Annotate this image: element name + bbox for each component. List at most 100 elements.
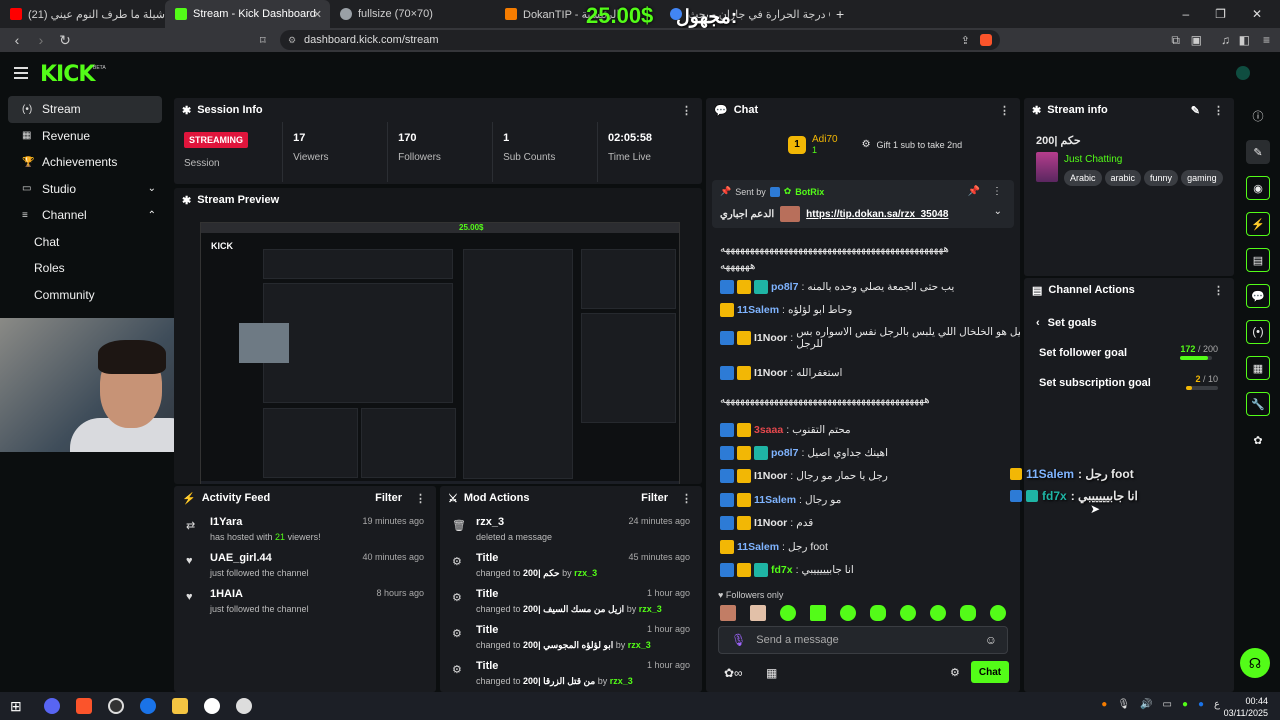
tag[interactable]: gaming: [1181, 170, 1223, 186]
language-indicator[interactable]: ع: [1214, 699, 1220, 710]
gear-icon[interactable]: ⚙: [950, 666, 960, 679]
filter-button[interactable]: Filter: [375, 492, 402, 504]
browser-tab-fullsize[interactable]: fullsize (70×70): [330, 0, 495, 28]
more-options-icon[interactable]: ⋮: [992, 186, 1002, 197]
more-options-icon[interactable]: ⋮: [1213, 104, 1224, 117]
set-subscription-goal[interactable]: Set subscription goal 2 / 10: [1024, 368, 1234, 398]
tag[interactable]: Arabic: [1064, 170, 1102, 186]
folder-icon[interactable]: [171, 698, 188, 714]
sidebar-item-stream[interactable]: (•) Stream: [8, 96, 162, 123]
emote-icon[interactable]: [720, 605, 736, 621]
overwatch-icon[interactable]: [235, 698, 252, 714]
volume-icon[interactable]: 🔊: [1140, 699, 1152, 710]
avatar[interactable]: [1236, 66, 1250, 80]
sidebar-item-roles[interactable]: Roles: [8, 255, 162, 282]
send-chat-button[interactable]: Chat: [971, 661, 1009, 683]
sidebar-item-studio[interactable]: ▭ Studio ⌄: [8, 176, 162, 203]
edit-icon[interactable]: ✎: [1246, 140, 1270, 164]
tag[interactable]: funny: [1144, 170, 1179, 186]
maximize-button[interactable]: ❐: [1215, 7, 1226, 21]
browser-tab-youtube[interactable]: (21) شيلة ما طرف النوم عيني - YouTube: [0, 0, 165, 28]
chevron-down-icon[interactable]: ⌄: [994, 206, 1002, 217]
url-input[interactable]: ⚙ dashboard.kick.com/stream ⇪: [280, 30, 1000, 50]
more-options-icon[interactable]: ⋮: [1213, 284, 1224, 297]
sidebar-item-revenue[interactable]: ▦ Revenue: [8, 123, 162, 150]
emote-icon[interactable]: [780, 605, 796, 621]
back-icon[interactable]: ‹: [10, 32, 24, 48]
wallet-icon[interactable]: ▣: [1191, 33, 1202, 47]
clock[interactable]: 00:44 03/11/2025: [1224, 695, 1268, 719]
menu-icon[interactable]: ≡: [1263, 33, 1270, 47]
category-thumbnail[interactable]: [1036, 152, 1058, 182]
emote-icon[interactable]: [960, 605, 976, 621]
filter-button[interactable]: Filter: [641, 492, 668, 504]
emote-icon[interactable]: [750, 605, 766, 621]
close-tab-icon[interactable]: ✕: [313, 8, 322, 21]
chevron-up-icon[interactable]: ⌃: [148, 210, 156, 221]
close-window-button[interactable]: ✕: [1252, 7, 1262, 21]
more-options-icon[interactable]: ⋮: [415, 492, 426, 505]
emoji-icon[interactable]: ☺: [985, 633, 997, 647]
sidebar-item-chat[interactable]: Chat: [8, 229, 162, 256]
windows-start-icon[interactable]: ⊞: [10, 698, 22, 715]
category-link[interactable]: Just Chatting: [1064, 154, 1122, 165]
unpin-icon[interactable]: 📌: [968, 186, 980, 197]
edit-icon[interactable]: ✎: [1191, 104, 1200, 117]
emote-icon[interactable]: [930, 605, 946, 621]
steam-icon[interactable]: [203, 698, 220, 714]
lightning-icon[interactable]: ⚡: [1246, 212, 1270, 236]
app-icon[interactable]: [139, 698, 156, 714]
hamburger-menu-icon[interactable]: [14, 67, 28, 79]
chevron-down-icon[interactable]: ⌄: [148, 183, 156, 194]
emote-icon[interactable]: [870, 605, 886, 621]
emote-icon[interactable]: [990, 605, 1006, 621]
set-goals-back-button[interactable]: ‹ Set goals: [1024, 308, 1234, 338]
kicks-icon[interactable]: ✿∞: [724, 666, 743, 680]
sidebar-item-achievements[interactable]: 🏆 Achievements: [8, 149, 162, 176]
share-icon[interactable]: ⇪: [961, 34, 970, 47]
more-options-icon[interactable]: ⋮: [681, 492, 692, 505]
info-icon[interactable]: ⓘ: [1246, 104, 1270, 128]
sidebar-item-community[interactable]: Community: [8, 282, 162, 309]
more-options-icon[interactable]: ⋮: [999, 104, 1010, 117]
chat-icon[interactable]: 💬: [1246, 284, 1270, 308]
tray-app-icon[interactable]: ●: [1101, 699, 1107, 710]
camera-icon[interactable]: ◉: [1246, 176, 1270, 200]
dashboard-icon[interactable]: ▦: [1246, 356, 1270, 380]
discord-icon[interactable]: [43, 698, 60, 714]
network-icon[interactable]: ▭: [1162, 699, 1171, 710]
kick-logo[interactable]: KICK: [40, 62, 95, 87]
forward-icon[interactable]: ›: [34, 32, 48, 48]
microphone-icon[interactable]: 🎙: [731, 633, 746, 647]
emote-icon[interactable]: [840, 605, 856, 621]
support-button[interactable]: ☊: [1240, 648, 1270, 678]
new-tab-button[interactable]: +: [836, 6, 844, 22]
more-options-icon[interactable]: ⋮: [681, 104, 692, 117]
sidebar-item-channel[interactable]: ≡ Channel ⌃: [8, 202, 162, 229]
emote-icon[interactable]: [810, 605, 826, 621]
media-icon[interactable]: ♫: [1221, 33, 1230, 47]
emote-icon[interactable]: [900, 605, 916, 621]
bookmark-icon[interactable]: ⌑: [260, 34, 266, 47]
reload-icon[interactable]: ↻: [58, 32, 72, 49]
brave-icon[interactable]: [75, 698, 92, 714]
tray-app-icon[interactable]: ●: [1182, 699, 1188, 710]
broadcast-icon[interactable]: (•): [1246, 320, 1270, 344]
microphone-icon[interactable]: 🎙: [1117, 699, 1130, 710]
extensions-icon[interactable]: ⧉: [1171, 33, 1180, 48]
tag[interactable]: arabic: [1104, 170, 1142, 186]
tray-app-icon[interactable]: ●: [1198, 699, 1204, 710]
kicks-icon[interactable]: ✿: [1246, 428, 1270, 452]
site-info-icon[interactable]: ⚙: [288, 35, 296, 46]
set-follower-goal[interactable]: Set follower goal 172 / 200: [1024, 338, 1234, 368]
obs-icon[interactable]: [107, 698, 124, 714]
chat-input[interactable]: 🎙 Send a message ☺: [718, 626, 1008, 654]
stream-preview-video[interactable]: KICK 25.00$: [200, 222, 680, 484]
sidebar-toggle-icon[interactable]: ◧: [1239, 33, 1250, 47]
browser-tab-kick[interactable]: Stream - Kick Dashboard ✕: [165, 0, 330, 28]
brave-shield-icon[interactable]: [980, 34, 992, 46]
store-icon[interactable]: ▦: [766, 666, 777, 680]
document-icon[interactable]: ▤: [1246, 248, 1270, 272]
pinned-link[interactable]: https://tip.dokan.sa/rzx_35048: [806, 209, 948, 220]
minimize-button[interactable]: –: [1182, 7, 1189, 21]
